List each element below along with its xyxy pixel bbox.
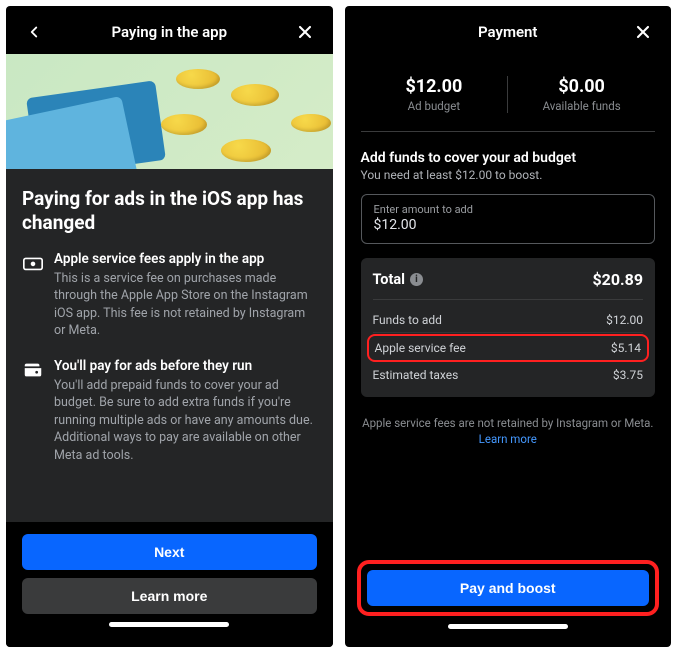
footer: Pay and boost	[345, 554, 672, 647]
line-label: Funds to add	[373, 313, 442, 327]
hero-illustration	[6, 54, 333, 169]
total-amount: $20.89	[592, 270, 643, 289]
add-funds-title: Add funds to cover your ad budget	[361, 150, 656, 166]
amount-input-value: $12.00	[374, 217, 643, 233]
info-desc: You'll add prepaid funds to cover your a…	[54, 377, 317, 465]
line-label: Apple service fee	[375, 341, 466, 355]
pay-and-boost-button[interactable]: Pay and boost	[367, 570, 650, 606]
ad-budget-amount: $12.00	[361, 76, 508, 97]
learn-more-link[interactable]: Learn more	[479, 432, 537, 446]
back-button[interactable]	[22, 20, 46, 44]
info-title: You'll pay for ads before they run	[54, 358, 317, 374]
highlight-apple-fee: Apple service fee $5.14	[367, 334, 650, 362]
info-item-service-fees: Apple service fees apply in the app This…	[22, 251, 317, 340]
highlight-pay-button: Pay and boost	[357, 560, 660, 616]
home-indicator	[109, 622, 229, 627]
screen-paying-in-app: Paying in the app Paying for ads in the …	[6, 6, 333, 647]
info-text: Apple service fees apply in the app This…	[54, 251, 317, 340]
close-button[interactable]	[293, 20, 317, 44]
total-header: Total i $20.89	[373, 270, 644, 300]
wallet-icon	[22, 359, 44, 465]
page-title: Paying in the app	[111, 23, 227, 41]
info-desc: This is a service fee on purchases made …	[54, 270, 317, 340]
available-funds-cell: $0.00 Available funds	[508, 76, 655, 113]
ad-budget-label: Ad budget	[361, 99, 508, 113]
info-icon[interactable]: i	[410, 273, 423, 286]
header: Payment	[345, 6, 672, 54]
info-title: Apple service fees apply in the app	[54, 251, 317, 267]
total-breakdown: Total i $20.89 Funds to add $12.00 Apple…	[361, 258, 656, 397]
line-value: $5.14	[611, 341, 641, 355]
heading: Paying for ads in the iOS app has change…	[22, 187, 317, 235]
budget-summary: $12.00 Ad budget $0.00 Available funds	[361, 66, 656, 132]
line-funds-to-add: Funds to add $12.00	[373, 308, 644, 333]
line-value: $3.75	[613, 368, 643, 382]
footer: Next Learn more	[6, 522, 333, 647]
content-panel: Paying for ads in the iOS app has change…	[6, 169, 333, 522]
info-text: You'll pay for ads before they run You'l…	[54, 358, 317, 465]
coin-illustration	[176, 69, 220, 89]
coin-illustration	[161, 114, 207, 135]
cash-icon	[22, 252, 44, 340]
next-button[interactable]: Next	[22, 534, 317, 570]
fee-disclaimer: Apple service fees are not retained by I…	[361, 415, 656, 447]
header: Paying in the app	[6, 6, 333, 54]
available-funds-label: Available funds	[508, 99, 655, 113]
ad-budget-cell: $12.00 Ad budget	[361, 76, 509, 113]
total-label-text: Total	[373, 271, 405, 288]
close-button[interactable]	[631, 20, 655, 44]
total-label: Total i	[373, 271, 423, 288]
line-label: Estimated taxes	[373, 368, 459, 382]
amount-input[interactable]: Enter amount to add $12.00	[361, 194, 656, 244]
chevron-left-icon	[25, 23, 43, 41]
credit-card-illustration	[6, 96, 138, 169]
available-funds-amount: $0.00	[508, 76, 655, 97]
line-apple-fee: Apple service fee $5.14	[375, 339, 642, 357]
coin-illustration	[231, 84, 279, 106]
line-estimated-taxes: Estimated taxes $3.75	[373, 363, 644, 387]
add-funds-sub: You need at least $12.00 to boost.	[361, 168, 656, 182]
home-indicator	[448, 624, 568, 629]
info-item-prepaid: You'll pay for ads before they run You'l…	[22, 358, 317, 465]
learn-more-button[interactable]: Learn more	[22, 578, 317, 614]
close-icon	[295, 22, 315, 42]
close-icon	[633, 22, 653, 42]
page-title: Payment	[478, 23, 537, 41]
screen-payment: Payment $12.00 Ad budget $0.00 Available…	[345, 6, 672, 647]
coin-illustration	[291, 114, 331, 132]
content-panel: $12.00 Ad budget $0.00 Available funds A…	[345, 54, 672, 554]
line-value: $12.00	[606, 313, 643, 327]
coin-illustration	[221, 139, 271, 162]
fee-note-text: Apple service fees are not retained by I…	[362, 416, 653, 430]
amount-input-label: Enter amount to add	[374, 203, 643, 216]
